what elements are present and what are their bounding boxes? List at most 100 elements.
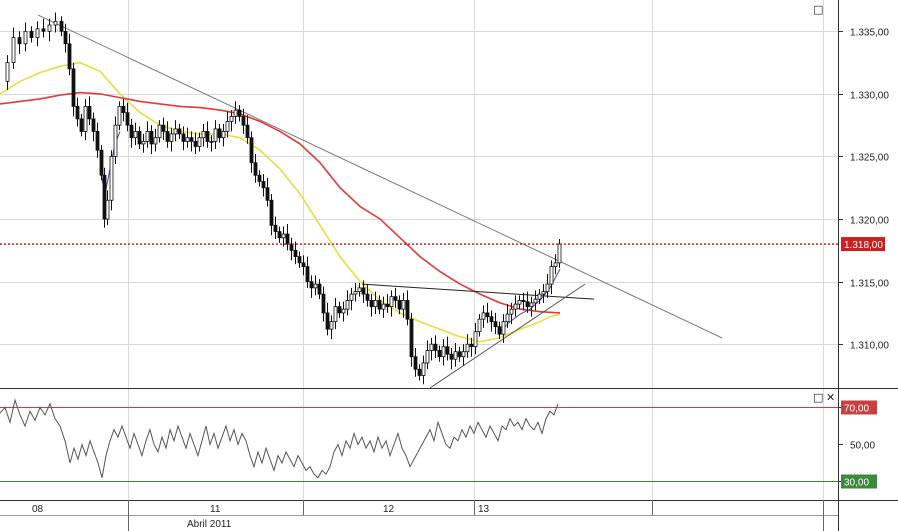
candle-body [193, 141, 198, 147]
candle-body [493, 321, 498, 328]
candle-body [413, 356, 418, 370]
month-label: Abril 2011 [187, 519, 232, 530]
candle-body [429, 343, 434, 351]
candle-body [473, 331, 478, 348]
candle-body [389, 296, 394, 308]
candle-body [497, 326, 502, 335]
oscillator-maximize-icon[interactable]: □ [813, 391, 823, 404]
candle-body [557, 243, 562, 264]
candle-body [445, 346, 450, 355]
candle-body [261, 181, 266, 189]
candle-body [381, 303, 386, 310]
candle-body [197, 137, 202, 147]
chart-canvas: 1.335,00 1.330,00 1.325,00 1.320,00 1.315,00… [0, 0, 898, 531]
candle-body [357, 287, 362, 293]
candle-body [469, 343, 474, 348]
candle-body [453, 351, 458, 360]
candle-body [325, 312, 330, 330]
level-30-badge: 30,00 [841, 474, 877, 489]
candle-body [17, 37, 22, 45]
candle-body [213, 128, 218, 142]
candle-body [79, 118, 84, 132]
candle-body [421, 362, 426, 376]
candle-body [545, 283, 550, 293]
candle-body [145, 131, 150, 142]
candle-body [205, 131, 210, 142]
candle-body [441, 346, 446, 358]
candle-body [481, 312, 486, 320]
candle-body [233, 109, 238, 117]
candle-body [117, 105, 122, 126]
oscillator-panel[interactable] [0, 389, 838, 500]
y-tick-label: 1.330,00 [850, 91, 889, 102]
y-tick-label: 1.310,00 [850, 341, 889, 352]
candle-body [465, 343, 470, 353]
price-panel-maximize-icon[interactable]: □ [813, 3, 823, 16]
candle-body [137, 131, 142, 145]
candle-body [185, 137, 190, 142]
candle-body [273, 224, 278, 232]
candle-body [189, 137, 194, 142]
candle-body [309, 281, 314, 289]
candle-body [433, 343, 438, 351]
y-tick-label: 1.320,00 [850, 216, 889, 227]
candle-body [293, 249, 298, 257]
candle-body [249, 137, 254, 164]
candle-body [405, 299, 410, 320]
candle-body [253, 162, 258, 176]
candle-body [169, 133, 174, 142]
candle-body [509, 308, 514, 315]
candle-body [75, 105, 80, 120]
candle-body [133, 131, 138, 139]
candle-body [401, 299, 406, 310]
candle-body [417, 368, 422, 376]
candle-body [141, 141, 146, 145]
y-tick-label: 50,00 [850, 441, 875, 452]
candle-body [105, 199, 110, 220]
candle-body [533, 298, 538, 304]
y-tick-label: 1.335,00 [850, 28, 889, 39]
candle-body [157, 124, 162, 139]
candle-body [349, 293, 354, 301]
candle-body [102, 174, 107, 220]
candle-body [529, 302, 534, 308]
candle-body [281, 233, 286, 239]
candle-body [409, 318, 414, 358]
candle-body [313, 283, 318, 289]
level-70-label: 70,00 [844, 404, 869, 415]
candle-body [53, 20, 58, 26]
candle-body [41, 28, 46, 32]
candle-body [297, 256, 302, 264]
candle-body [329, 321, 334, 330]
candle-body [109, 156, 114, 201]
current-price-label: 1.318,00 [844, 240, 883, 251]
candle-body [541, 291, 546, 295]
candle-body [425, 350, 430, 364]
candle-body [341, 308, 346, 314]
candle-body [553, 262, 558, 267]
candle-body [165, 131, 170, 142]
candle-body [525, 301, 530, 308]
candle-body [485, 312, 490, 318]
candle-body [513, 303, 518, 310]
candle-body [149, 131, 154, 145]
candle-body [457, 351, 462, 358]
current-price-badge: 1.318,00 [841, 237, 885, 252]
y-tick-label: 1.325,00 [850, 153, 889, 164]
candle-body [229, 116, 234, 122]
price-panel[interactable] [0, 0, 838, 388]
candle-body [449, 353, 454, 360]
candle-body [537, 293, 542, 300]
candle-body [305, 266, 310, 283]
candle-body [63, 30, 68, 45]
candle-body [209, 141, 214, 143]
candle-body [11, 37, 16, 63]
candle-body [99, 149, 104, 176]
candle-body [461, 351, 466, 358]
candle-body [345, 299, 350, 310]
candle-body [505, 313, 510, 323]
candle-body [285, 233, 290, 245]
oscillator-close-icon[interactable]: ✕ [826, 391, 835, 404]
candle-body [517, 299, 522, 305]
candle-body [177, 128, 182, 135]
